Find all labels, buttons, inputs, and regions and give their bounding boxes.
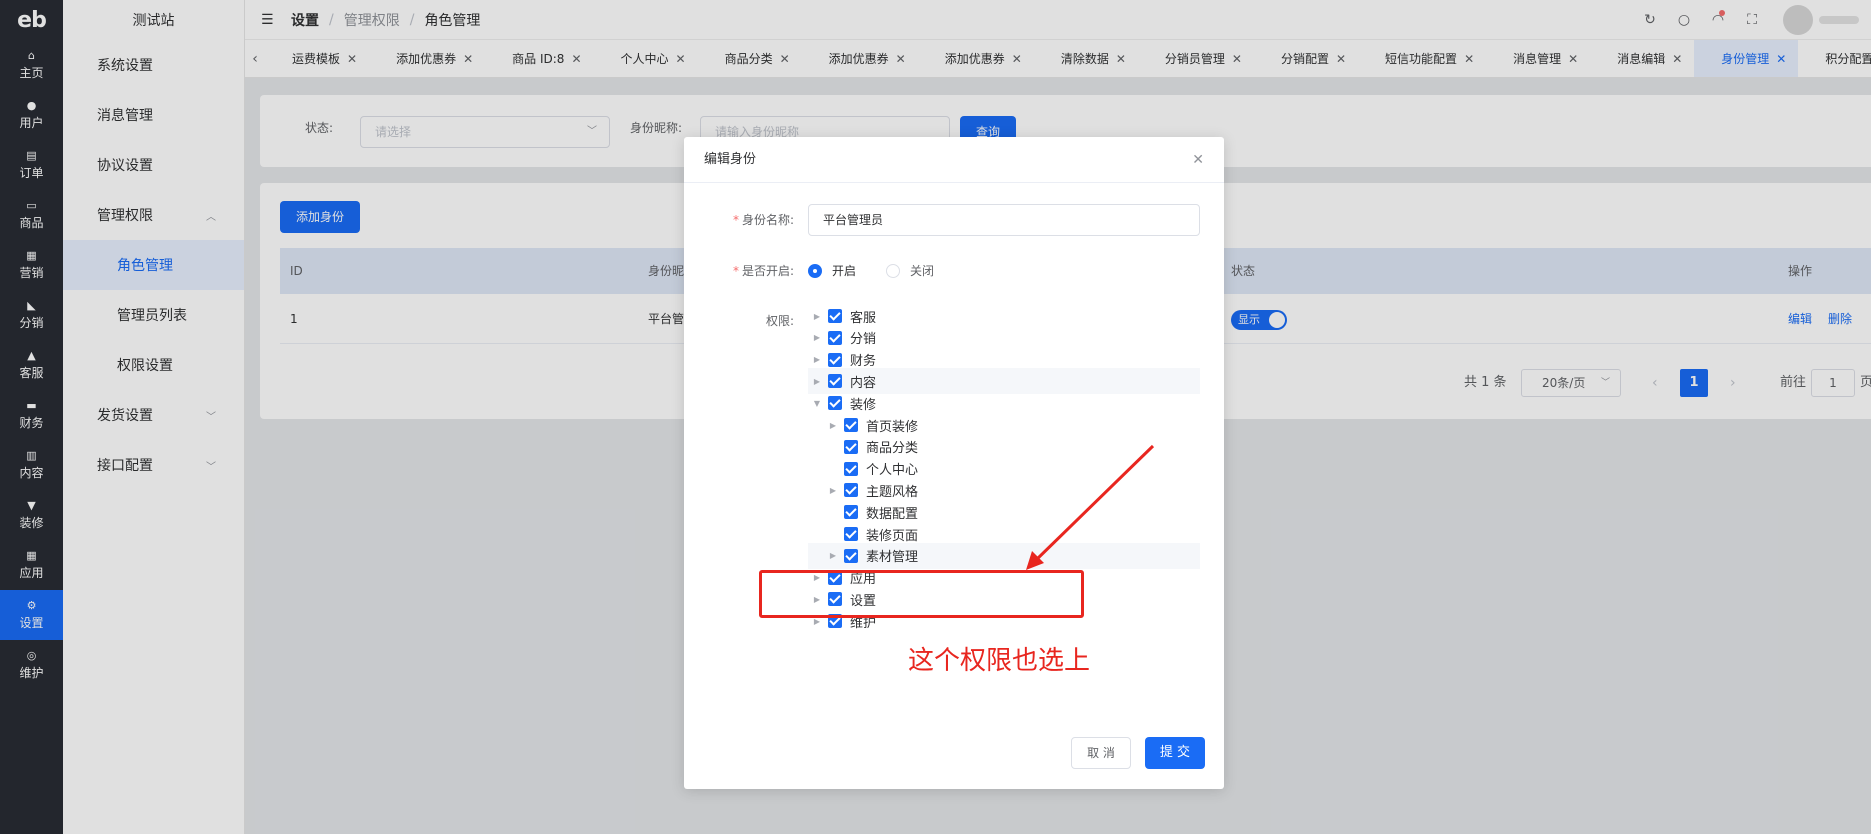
checkbox-checked[interactable] <box>828 309 842 323</box>
expand-icon[interactable]: ▼ <box>812 399 822 408</box>
radio-enable-on[interactable]: 开启 <box>808 262 856 279</box>
permission-node-label: 商品分类 <box>866 441 919 457</box>
enable-label: * 是否开启: <box>732 264 794 278</box>
permission-node-label: 个人中心 <box>866 463 919 479</box>
edit-role-dialog: 编辑身份 ✕ * 身份名称: 平台管理员 * 是否开启: 开启 关闭 权限: ▶ 客服… <box>684 137 1224 789</box>
checkbox-checked[interactable] <box>844 548 858 563</box>
annotation-text: 这个权限也选上 <box>908 646 1091 676</box>
expand-icon[interactable]: ▶ <box>812 333 822 342</box>
checkbox-checked[interactable] <box>844 418 858 432</box>
close-icon[interactable]: ✕ <box>1192 137 1204 183</box>
cancel-button[interactable]: 取 消 <box>1071 737 1131 769</box>
expand-icon[interactable]: ▶ <box>812 355 822 364</box>
permission-node-label: 内容 <box>850 375 877 391</box>
permission-label: 权限: <box>765 314 794 328</box>
expand-icon[interactable]: ▶ <box>812 377 822 386</box>
checkbox-checked[interactable] <box>844 483 858 498</box>
expand-icon[interactable]: ▶ <box>828 421 838 430</box>
dialog-title: 编辑身份 <box>704 152 757 167</box>
submit-button[interactable]: 提 交 <box>1145 737 1205 769</box>
checkbox-checked[interactable] <box>828 330 842 345</box>
permission-node-label: 首页装修 <box>866 419 919 435</box>
permission-node-label: 装修 <box>850 397 877 413</box>
checkbox-checked[interactable] <box>844 461 858 476</box>
permission-node-label: 分销 <box>850 332 877 348</box>
role-name-label: * 身份名称: <box>732 213 794 227</box>
checkbox-checked[interactable] <box>828 374 842 389</box>
checkbox-checked[interactable] <box>844 527 858 541</box>
permission-node-label: 数据配置 <box>866 506 919 522</box>
role-name-input[interactable]: 平台管理员 <box>808 204 1200 236</box>
permission-node-label: 财务 <box>850 354 877 370</box>
expand-icon[interactable]: ▶ <box>828 486 838 495</box>
expand-icon[interactable]: ▶ <box>812 312 822 321</box>
annotation-highlight-box <box>759 570 1084 618</box>
permission-node-label: 客服 <box>850 310 877 326</box>
permission-node-label: 装修页面 <box>866 528 919 544</box>
checkbox-checked[interactable] <box>828 352 842 367</box>
checkbox-checked[interactable] <box>828 396 842 411</box>
radio-enable-off[interactable]: 关闭 <box>886 262 934 279</box>
checkbox-checked[interactable] <box>844 505 858 520</box>
permission-node-label: 主题风格 <box>866 484 919 500</box>
expand-icon[interactable]: ▶ <box>812 617 822 626</box>
expand-icon[interactable]: ▶ <box>828 551 838 560</box>
dialog-header: 编辑身份 ✕ <box>684 137 1224 183</box>
checkbox-checked[interactable] <box>844 439 858 454</box>
permission-node-label: 素材管理 <box>866 550 919 566</box>
